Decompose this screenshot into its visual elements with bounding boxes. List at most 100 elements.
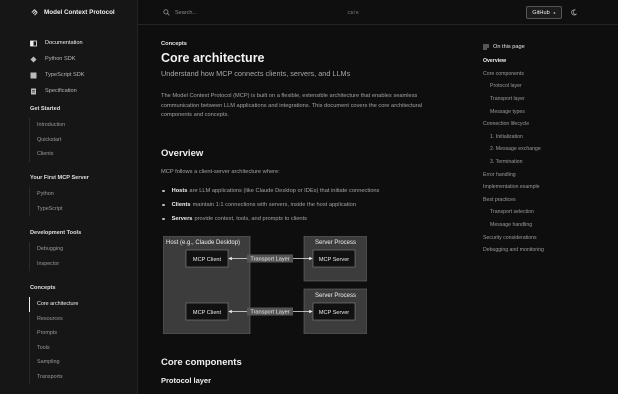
transport-label-2: Transport Layer xyxy=(250,310,289,316)
bullet-term: Servers xyxy=(171,216,193,222)
nav-item-transports[interactable]: Transports xyxy=(30,370,134,385)
bullet-clients: Clients maintain 1:1 connections with se… xyxy=(161,198,451,212)
top-link-specification[interactable]: Specification xyxy=(30,83,134,99)
nav-item-tools[interactable]: Tools xyxy=(30,341,134,356)
page-subtitle: Understand how MCP connects clients, ser… xyxy=(161,69,351,78)
bullet-term: Clients xyxy=(171,202,191,208)
architecture-diagram: Host (e.g., Claude Desktop) MCP Client M… xyxy=(163,236,367,334)
document-icon xyxy=(30,88,37,95)
top-link-python-sdk[interactable]: Python SDK xyxy=(30,51,134,67)
search-placeholder: Search... xyxy=(175,9,198,16)
nav-list-concepts: Core architecture Resources Prompts Tool… xyxy=(29,297,134,384)
protocol-layer-heading: Protocol layer xyxy=(161,376,212,385)
bullet-term: Hosts xyxy=(171,188,188,194)
toc-item-security-considerations[interactable]: Security considerations xyxy=(483,231,613,244)
server-process-label-1: Server Process xyxy=(315,240,356,246)
bullet-text: provide context, tools, and prompts to c… xyxy=(194,216,308,222)
section-title-dev-tools: Development Tools xyxy=(30,230,82,236)
nav-item-typescript[interactable]: TypeScript xyxy=(30,202,134,217)
toc-item-error-handling[interactable]: Error handling xyxy=(483,168,613,181)
overview-lead: MCP follows a client-server architecture… xyxy=(161,169,280,175)
github-button[interactable]: GitHub ▸ xyxy=(526,6,562,19)
toc-list: Overview Core components Protocol layer … xyxy=(483,55,613,257)
top-link-typescript-sdk[interactable]: TypeScript SDK xyxy=(30,67,134,83)
sidebar: Model Context Protocol Documentation Pyt… xyxy=(0,0,138,394)
search-input[interactable]: Search... Ctrl K xyxy=(159,5,363,20)
server-label-1: MCP Server xyxy=(319,257,349,263)
book-icon xyxy=(30,40,37,47)
toc-item-message-types[interactable]: Message types xyxy=(483,105,613,118)
nav-list-dev-tools: Debugging Inspector xyxy=(29,242,134,271)
core-components-heading: Core components xyxy=(161,357,242,368)
server-label-2: MCP Server xyxy=(319,310,349,316)
bullet-servers: Servers provide context, tools, and prom… xyxy=(161,212,451,226)
chevron-right-icon: ▸ xyxy=(553,10,556,15)
toc-item-message-handling[interactable]: Message handling xyxy=(483,219,613,232)
page-title: Core architecture xyxy=(161,51,265,65)
bullet-dot xyxy=(162,217,165,221)
github-label: GitHub xyxy=(532,9,550,16)
toc-heading-label: On this page xyxy=(493,43,525,50)
section-title-get-started: Get Started xyxy=(30,106,61,112)
nav-item-quickstart[interactable]: Quickstart xyxy=(30,133,134,148)
overview-heading: Overview xyxy=(161,148,204,159)
intro-paragraph: The Model Context Protocol (MCP) is buil… xyxy=(161,93,423,118)
nav-item-clients[interactable]: Clients xyxy=(30,147,134,162)
bullet-dot xyxy=(162,189,165,193)
nav-item-resources[interactable]: Resources xyxy=(30,312,134,327)
bullet-text: maintain 1:1 connections with servers, i… xyxy=(192,202,357,208)
bullet-dot xyxy=(162,203,165,207)
typescript-icon xyxy=(30,72,37,79)
nav-item-inspector[interactable]: Inspector xyxy=(30,257,134,272)
host-label: Host (e.g., Claude Desktop) xyxy=(166,240,240,246)
python-icon xyxy=(30,56,37,63)
toc-item-connection-lifecycle[interactable]: Connection lifecycle xyxy=(483,118,613,131)
brand-name: Model Context Protocol xyxy=(44,9,115,16)
toc-heading: On this page xyxy=(483,42,613,51)
top-links: Documentation Python SDK TypeScript SDK … xyxy=(30,35,134,99)
top-link-label: Documentation xyxy=(45,40,83,46)
toc-item-transport-layer[interactable]: Transport layer xyxy=(483,93,613,106)
nav-item-introduction[interactable]: Introduction xyxy=(30,118,134,133)
nav-item-core-architecture[interactable]: Core architecture xyxy=(29,297,134,312)
client-label-1: MCP Client xyxy=(193,257,222,263)
server-process-label-2: Server Process xyxy=(315,293,356,299)
mcp-logo-icon xyxy=(31,9,38,16)
top-link-label: Specification xyxy=(45,88,77,94)
toc-item-message-exchange[interactable]: 2. Message exchange xyxy=(483,143,613,156)
main-content: Concepts Core architecture Understand ho… xyxy=(161,41,451,121)
section-title-first-server: Your First MCP Server xyxy=(30,175,89,181)
toc-item-protocol-layer[interactable]: Protocol layer xyxy=(483,80,613,93)
toc-item-transport-selection[interactable]: Transport selection xyxy=(483,206,613,219)
breadcrumb: Concepts xyxy=(161,41,187,47)
brand-logo[interactable]: Model Context Protocol xyxy=(30,8,115,17)
nav-item-python[interactable]: Python xyxy=(30,187,134,202)
list-icon xyxy=(483,44,489,49)
nav-item-debugging[interactable]: Debugging xyxy=(30,242,134,257)
top-link-label: Python SDK xyxy=(45,56,76,62)
top-bar: Search... Ctrl K GitHub ▸ xyxy=(138,0,618,25)
toc-item-implementation-example[interactable]: Implementation example xyxy=(483,181,613,194)
transport-label-1: Transport Layer xyxy=(250,257,289,263)
bullet-hosts: Hosts are LLM applications (like Claude … xyxy=(161,184,451,198)
toc-item-core-components[interactable]: Core components xyxy=(483,68,613,81)
nav-list-first-server: Python TypeScript xyxy=(29,187,134,216)
table-of-contents: On this page Overview Core components Pr… xyxy=(483,42,613,257)
top-link-documentation[interactable]: Documentation xyxy=(30,35,134,51)
bullet-text: are LLM applications (like Claude Deskto… xyxy=(189,188,380,194)
nav-item-sampling[interactable]: Sampling xyxy=(30,355,134,370)
toc-item-termination[interactable]: 3. Termination xyxy=(483,156,613,169)
toc-item-best-practices[interactable]: Best practices xyxy=(483,194,613,207)
overview-bullets: Hosts are LLM applications (like Claude … xyxy=(161,184,451,226)
top-link-label: TypeScript SDK xyxy=(45,72,85,78)
search-icon xyxy=(163,9,170,16)
toc-item-overview[interactable]: Overview xyxy=(483,55,613,68)
section-title-concepts: Concepts xyxy=(30,285,56,291)
client-label-2: MCP Client xyxy=(193,310,222,316)
nav-list-get-started: Introduction Quickstart Clients xyxy=(29,118,134,162)
toc-item-debugging-monitoring[interactable]: Debugging and monitoring xyxy=(483,244,613,257)
toc-item-initialization[interactable]: 1. Initialization xyxy=(483,131,613,144)
search-shortcut: Ctrl K xyxy=(347,10,359,15)
moon-icon[interactable] xyxy=(570,9,577,16)
nav-item-prompts[interactable]: Prompts xyxy=(30,326,134,341)
